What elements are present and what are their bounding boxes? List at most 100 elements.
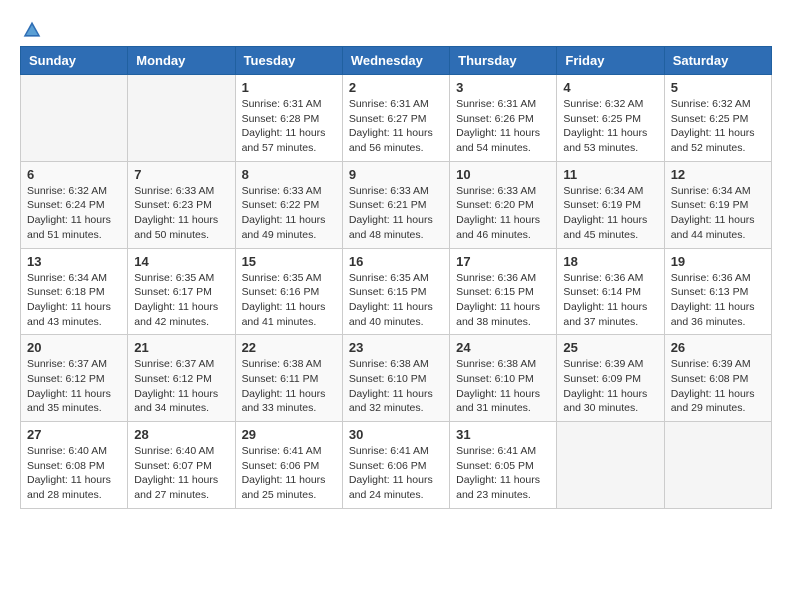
calendar-cell: 6 Sunrise: 6:32 AMSunset: 6:24 PMDaylight… xyxy=(21,161,128,248)
weekday-header: Sunday xyxy=(21,47,128,75)
day-info: Sunrise: 6:40 AMSunset: 6:07 PMDaylight:… xyxy=(134,444,228,503)
day-number: 31 xyxy=(456,427,550,442)
day-info: Sunrise: 6:32 AMSunset: 6:25 PMDaylight:… xyxy=(671,97,765,156)
day-number: 26 xyxy=(671,340,765,355)
calendar-cell: 25Sunrise: 6:39 AMSunset: 6:09 PMDayligh… xyxy=(557,335,664,422)
day-number: 12 xyxy=(671,167,765,182)
day-number: 8 xyxy=(242,167,336,182)
day-number: 28 xyxy=(134,427,228,442)
day-number: 10 xyxy=(456,167,550,182)
day-info: Sunrise: 6:40 AMSunset: 6:08 PMDaylight:… xyxy=(27,444,121,503)
day-info: Sunrise: 6:32 AMSunset: 6:24 PMDaylight:… xyxy=(27,184,121,243)
day-number: 24 xyxy=(456,340,550,355)
day-info: Sunrise: 6:31 AMSunset: 6:27 PMDaylight:… xyxy=(349,97,443,156)
calendar-cell: 12Sunrise: 6:34 AMSunset: 6:19 PMDayligh… xyxy=(664,161,771,248)
day-number: 20 xyxy=(27,340,121,355)
day-number: 11 xyxy=(563,167,657,182)
day-number: 27 xyxy=(27,427,121,442)
day-info: Sunrise: 6:36 AMSunset: 6:15 PMDaylight:… xyxy=(456,271,550,330)
calendar-cell: 31 Sunrise: 6:41 AMSunset: 6:05 PMDayligh… xyxy=(450,422,557,509)
day-info: Sunrise: 6:34 AMSunset: 6:19 PMDaylight:… xyxy=(563,184,657,243)
calendar-cell xyxy=(557,422,664,509)
day-info: Sunrise: 6:36 AMSunset: 6:14 PMDaylight:… xyxy=(563,271,657,330)
day-number: 2 xyxy=(349,80,443,95)
day-number: 3 xyxy=(456,80,550,95)
day-info: Sunrise: 6:32 AMSunset: 6:25 PMDaylight:… xyxy=(563,97,657,156)
weekday-header: Friday xyxy=(557,47,664,75)
calendar-cell: 3 Sunrise: 6:31 AMSunset: 6:26 PMDaylight… xyxy=(450,75,557,162)
calendar-cell: 22Sunrise: 6:38 AMSunset: 6:11 PMDayligh… xyxy=(235,335,342,422)
day-info: Sunrise: 6:41 AMSunset: 6:05 PMDaylight:… xyxy=(456,444,550,503)
day-info: Sunrise: 6:35 AMSunset: 6:17 PMDaylight:… xyxy=(134,271,228,330)
day-number: 6 xyxy=(27,167,121,182)
calendar-cell: 23Sunrise: 6:38 AMSunset: 6:10 PMDayligh… xyxy=(342,335,449,422)
calendar-cell: 7Sunrise: 6:33 AMSunset: 6:23 PMDaylight… xyxy=(128,161,235,248)
day-info: Sunrise: 6:41 AMSunset: 6:06 PMDaylight:… xyxy=(349,444,443,503)
calendar-cell xyxy=(664,422,771,509)
calendar-week-row: 6 Sunrise: 6:32 AMSunset: 6:24 PMDaylight… xyxy=(21,161,772,248)
calendar-cell: 4 Sunrise: 6:32 AMSunset: 6:25 PMDaylight… xyxy=(557,75,664,162)
calendar-cell: 16 Sunrise: 6:35 AMSunset: 6:15 PMDayligh… xyxy=(342,248,449,335)
day-info: Sunrise: 6:34 AMSunset: 6:18 PMDaylight:… xyxy=(27,271,121,330)
weekday-header: Monday xyxy=(128,47,235,75)
day-info: Sunrise: 6:33 AMSunset: 6:21 PMDaylight:… xyxy=(349,184,443,243)
calendar-cell: 15 Sunrise: 6:35 AMSunset: 6:16 PMDayligh… xyxy=(235,248,342,335)
day-number: 16 xyxy=(349,254,443,269)
day-info: Sunrise: 6:39 AMSunset: 6:08 PMDaylight:… xyxy=(671,357,765,416)
calendar-week-row: 20 Sunrise: 6:37 AMSunset: 6:12 PMDayligh… xyxy=(21,335,772,422)
day-info: Sunrise: 6:31 AMSunset: 6:26 PMDaylight:… xyxy=(456,97,550,156)
day-number: 25 xyxy=(563,340,657,355)
calendar-week-row: 1 Sunrise: 6:31 AMSunset: 6:28 PMDaylight… xyxy=(21,75,772,162)
page-header xyxy=(20,20,772,36)
calendar-cell: 2 Sunrise: 6:31 AMSunset: 6:27 PMDaylight… xyxy=(342,75,449,162)
day-number: 19 xyxy=(671,254,765,269)
day-number: 1 xyxy=(242,80,336,95)
day-number: 30 xyxy=(349,427,443,442)
calendar-cell: 9 Sunrise: 6:33 AMSunset: 6:21 PMDaylight… xyxy=(342,161,449,248)
calendar-cell: 21 Sunrise: 6:37 AMSunset: 6:12 PMDayligh… xyxy=(128,335,235,422)
day-number: 14 xyxy=(134,254,228,269)
day-info: Sunrise: 6:35 AMSunset: 6:16 PMDaylight:… xyxy=(242,271,336,330)
day-number: 9 xyxy=(349,167,443,182)
day-info: Sunrise: 6:38 AMSunset: 6:10 PMDaylight:… xyxy=(456,357,550,416)
calendar-week-row: 13 Sunrise: 6:34 AMSunset: 6:18 PMDayligh… xyxy=(21,248,772,335)
calendar-week-row: 27 Sunrise: 6:40 AMSunset: 6:08 PMDayligh… xyxy=(21,422,772,509)
day-number: 13 xyxy=(27,254,121,269)
day-info: Sunrise: 6:33 AMSunset: 6:22 PMDaylight:… xyxy=(242,184,336,243)
day-number: 7 xyxy=(134,167,228,182)
day-number: 21 xyxy=(134,340,228,355)
day-number: 18 xyxy=(563,254,657,269)
weekday-header: Tuesday xyxy=(235,47,342,75)
day-info: Sunrise: 6:37 AMSunset: 6:12 PMDaylight:… xyxy=(134,357,228,416)
calendar-cell: 20 Sunrise: 6:37 AMSunset: 6:12 PMDayligh… xyxy=(21,335,128,422)
calendar-cell: 29 Sunrise: 6:41 AMSunset: 6:06 PMDayligh… xyxy=(235,422,342,509)
calendar-cell: 24 Sunrise: 6:38 AMSunset: 6:10 PMDayligh… xyxy=(450,335,557,422)
day-info: Sunrise: 6:37 AMSunset: 6:12 PMDaylight:… xyxy=(27,357,121,416)
calendar-cell: 13 Sunrise: 6:34 AMSunset: 6:18 PMDayligh… xyxy=(21,248,128,335)
logo-icon xyxy=(22,20,42,40)
day-number: 29 xyxy=(242,427,336,442)
calendar-table: SundayMondayTuesdayWednesdayThursdayFrid… xyxy=(20,46,772,509)
day-info: Sunrise: 6:38 AMSunset: 6:11 PMDaylight:… xyxy=(242,357,336,416)
calendar-cell: 1 Sunrise: 6:31 AMSunset: 6:28 PMDaylight… xyxy=(235,75,342,162)
day-number: 4 xyxy=(563,80,657,95)
calendar-cell: 27 Sunrise: 6:40 AMSunset: 6:08 PMDayligh… xyxy=(21,422,128,509)
calendar-cell: 5Sunrise: 6:32 AMSunset: 6:25 PMDaylight… xyxy=(664,75,771,162)
calendar-cell: 18 Sunrise: 6:36 AMSunset: 6:14 PMDayligh… xyxy=(557,248,664,335)
day-info: Sunrise: 6:31 AMSunset: 6:28 PMDaylight:… xyxy=(242,97,336,156)
day-info: Sunrise: 6:35 AMSunset: 6:15 PMDaylight:… xyxy=(349,271,443,330)
weekday-header: Saturday xyxy=(664,47,771,75)
day-number: 17 xyxy=(456,254,550,269)
calendar-header-row: SundayMondayTuesdayWednesdayThursdayFrid… xyxy=(21,47,772,75)
logo xyxy=(20,20,42,36)
day-info: Sunrise: 6:41 AMSunset: 6:06 PMDaylight:… xyxy=(242,444,336,503)
calendar-cell: 10 Sunrise: 6:33 AMSunset: 6:20 PMDayligh… xyxy=(450,161,557,248)
calendar-cell: 8 Sunrise: 6:33 AMSunset: 6:22 PMDaylight… xyxy=(235,161,342,248)
calendar-cell: 11 Sunrise: 6:34 AMSunset: 6:19 PMDayligh… xyxy=(557,161,664,248)
day-number: 15 xyxy=(242,254,336,269)
day-info: Sunrise: 6:33 AMSunset: 6:20 PMDaylight:… xyxy=(456,184,550,243)
calendar-cell xyxy=(21,75,128,162)
weekday-header: Wednesday xyxy=(342,47,449,75)
calendar-cell: 17 Sunrise: 6:36 AMSunset: 6:15 PMDayligh… xyxy=(450,248,557,335)
day-info: Sunrise: 6:38 AMSunset: 6:10 PMDaylight:… xyxy=(349,357,443,416)
